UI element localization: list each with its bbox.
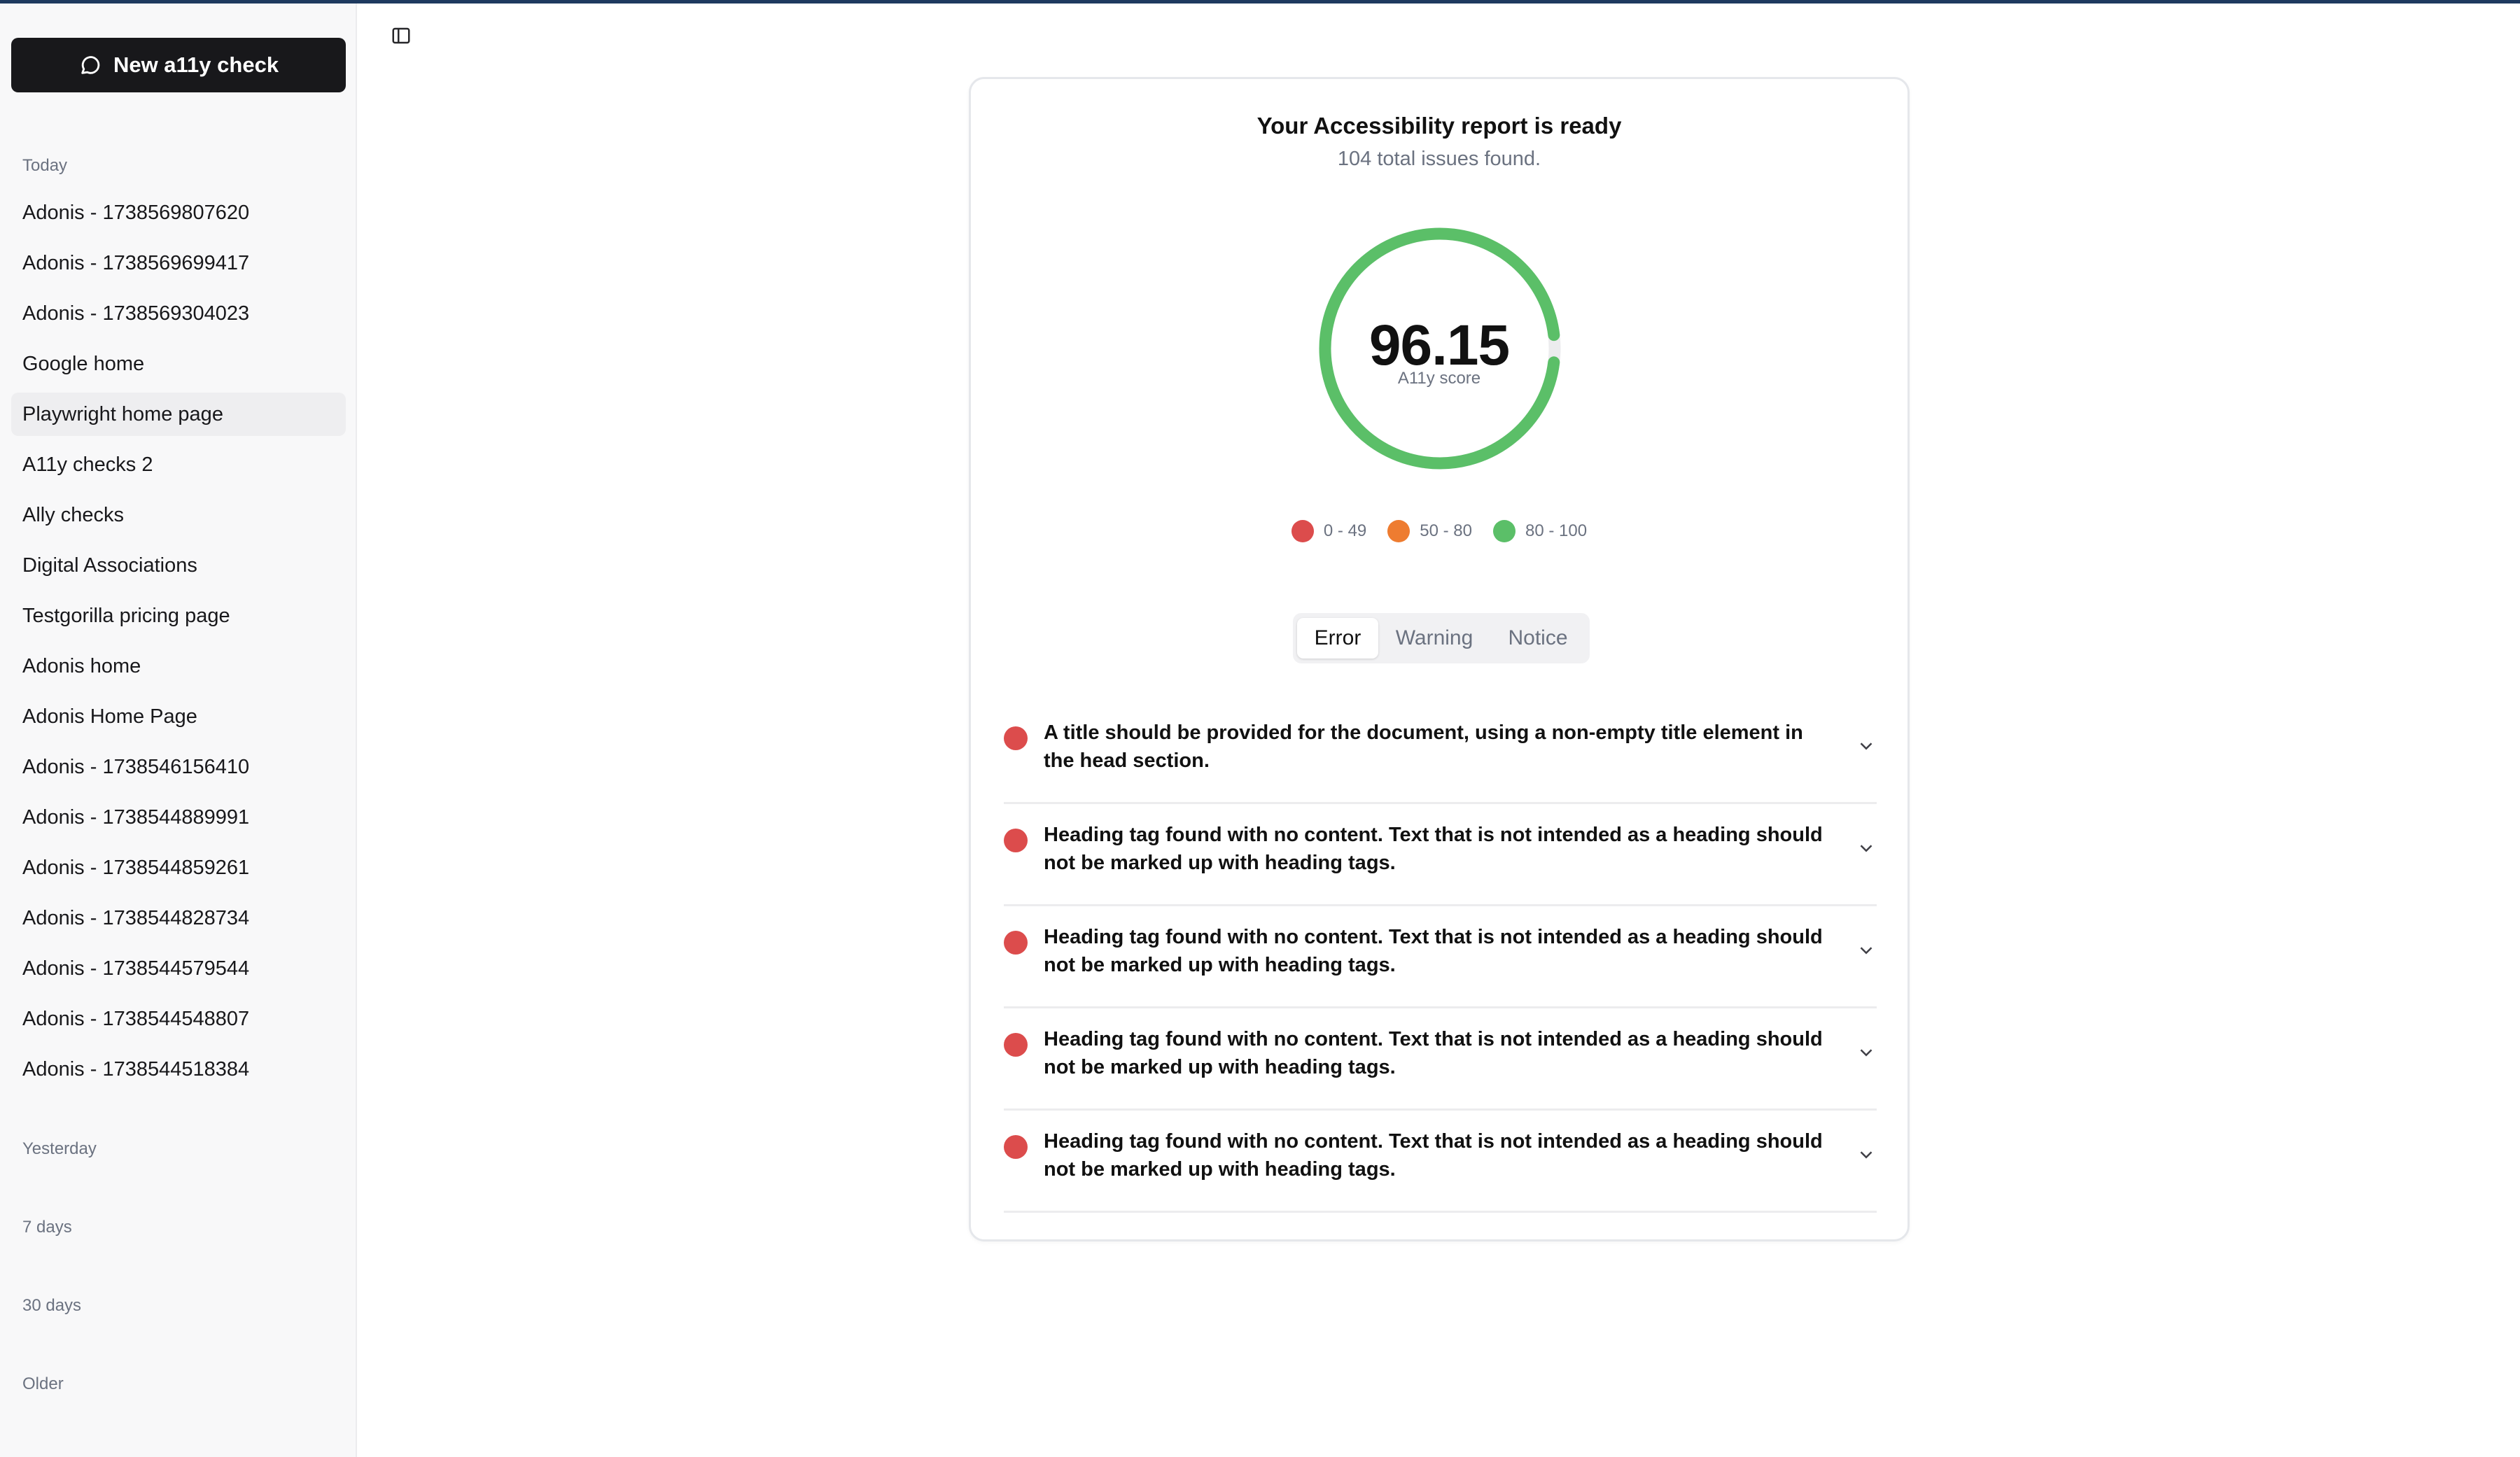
chevron-down-icon	[1860, 1151, 1872, 1159]
sidebar-item[interactable]: Adonis - 1738544518384	[11, 1048, 346, 1091]
sidebar-toggle-icon	[392, 27, 410, 44]
tab-notice[interactable]: Notice	[1490, 618, 1586, 659]
sidebar-item[interactable]: Adonis home	[11, 645, 346, 688]
legend-dot-green	[1493, 520, 1516, 542]
sidebar-item-active[interactable]: Playwright home page	[11, 393, 346, 436]
sidebar-item[interactable]: Adonis - 1738544548807	[11, 997, 346, 1041]
top-accent-line	[0, 0, 2520, 3]
sidebar-item[interactable]: A11y checks 2	[11, 443, 346, 486]
legend-dot-red	[1291, 520, 1314, 542]
group-label-30-days: 30 days	[22, 1296, 82, 1315]
sidebar-item[interactable]: Adonis - 1738544828734	[11, 896, 346, 940]
group-label-7-days: 7 days	[22, 1218, 72, 1237]
new-a11y-check-button[interactable]: New a11y check	[11, 38, 346, 92]
sidebar-item[interactable]: Testgorilla pricing page	[11, 594, 346, 638]
sidebar: New a11y check Today Adonis - 1738569807…	[0, 3, 357, 1457]
issue-text: Heading tag found with no content. Text …	[1044, 1130, 1823, 1181]
sidebar-item[interactable]: Adonis - 1738569699417	[11, 241, 346, 285]
score-legend: 0 - 49 50 - 80 80 - 100	[971, 520, 1907, 542]
new-button-label: New a11y check	[113, 52, 279, 77]
group-label-yesterday: Yesterday	[22, 1139, 97, 1158]
chevron-down-icon	[1860, 742, 1872, 750]
chevron-down-icon	[1860, 1049, 1872, 1057]
legend-label: 50 - 80	[1420, 521, 1472, 540]
error-dot	[1004, 1033, 1028, 1057]
error-dot	[1004, 726, 1028, 750]
group-label-older: Older	[22, 1374, 64, 1393]
report-card: Your Accessibility report is ready 104 t…	[969, 77, 1910, 1241]
chat-bubble-icon	[81, 56, 100, 74]
sidebar-item[interactable]: Adonis - 1738544579544	[11, 947, 346, 990]
legend-item-high: 80 - 100	[1493, 520, 1587, 542]
group-label-today: Today	[22, 156, 68, 175]
error-dot	[1004, 931, 1028, 955]
issue-text: Heading tag found with no content. Text …	[1044, 824, 1823, 874]
legend-label: 80 - 100	[1525, 521, 1588, 540]
legend-item-low: 0 - 49	[1291, 520, 1367, 542]
sidebar-item[interactable]: Adonis - 1738544889991	[11, 796, 346, 839]
chevron-down-icon	[1860, 845, 1872, 852]
issue-item[interactable]: Heading tag found with no content. Text …	[1004, 804, 1877, 906]
sidebar-item[interactable]: Adonis - 1738546156410	[11, 745, 346, 789]
chevron-down-icon	[1860, 947, 1872, 955]
report-subtitle: 104 total issues found.	[1337, 148, 1541, 170]
sidebar-item[interactable]: Adonis - 1738544859261	[11, 846, 346, 889]
issue-item[interactable]: Heading tag found with no content. Text …	[1004, 906, 1877, 1008]
tab-warning[interactable]: Warning	[1378, 618, 1490, 659]
sidebar-item[interactable]: Digital Associations	[11, 544, 346, 587]
legend-item-mid: 50 - 80	[1387, 520, 1472, 542]
issue-text: A title should be provided for the docum…	[1044, 722, 1803, 772]
score-label: A11y score	[1397, 369, 1481, 388]
error-dot	[1004, 829, 1028, 852]
tab-error[interactable]: Error	[1297, 618, 1378, 659]
issue-item[interactable]: Heading tag found with no content. Text …	[1004, 1008, 1877, 1111]
sidebar-item[interactable]: Adonis - 1738569304023	[11, 292, 346, 335]
issue-item[interactable]: A title should be provided for the docum…	[1004, 702, 1877, 804]
sidebar-item[interactable]: Ally checks	[11, 493, 346, 537]
legend-label: 0 - 49	[1323, 521, 1367, 540]
issue-item[interactable]: Heading tag found with no content. Text …	[1004, 1111, 1877, 1213]
sidebar-item[interactable]: Adonis Home Page	[11, 695, 346, 738]
report-title: Your Accessibility report is ready	[1256, 113, 1622, 139]
legend-dot-orange	[1387, 520, 1410, 542]
issue-text: Heading tag found with no content. Text …	[1044, 926, 1823, 976]
sidebar-toggle-button[interactable]	[389, 24, 413, 48]
sidebar-item[interactable]: Google home	[11, 342, 346, 386]
issue-text: Heading tag found with no content. Text …	[1044, 1028, 1823, 1078]
error-dot	[1004, 1135, 1028, 1159]
sidebar-item[interactable]: Adonis - 1738569807620	[11, 191, 346, 234]
issue-type-tabs: Error Warning Notice	[1293, 613, 1590, 663]
